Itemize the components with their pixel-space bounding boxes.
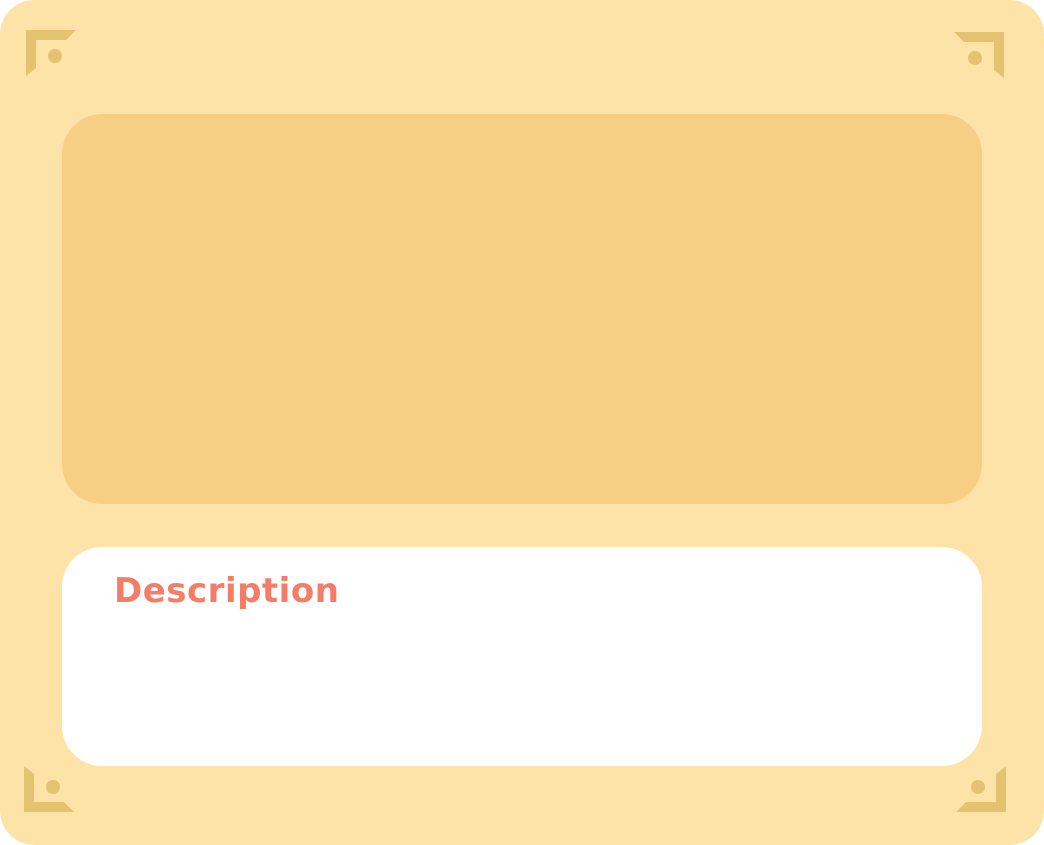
image-placeholder-panel xyxy=(62,114,982,504)
description-title: Description xyxy=(114,571,340,611)
description-panel: Description xyxy=(62,547,982,766)
card-frame: Description xyxy=(0,0,1044,845)
